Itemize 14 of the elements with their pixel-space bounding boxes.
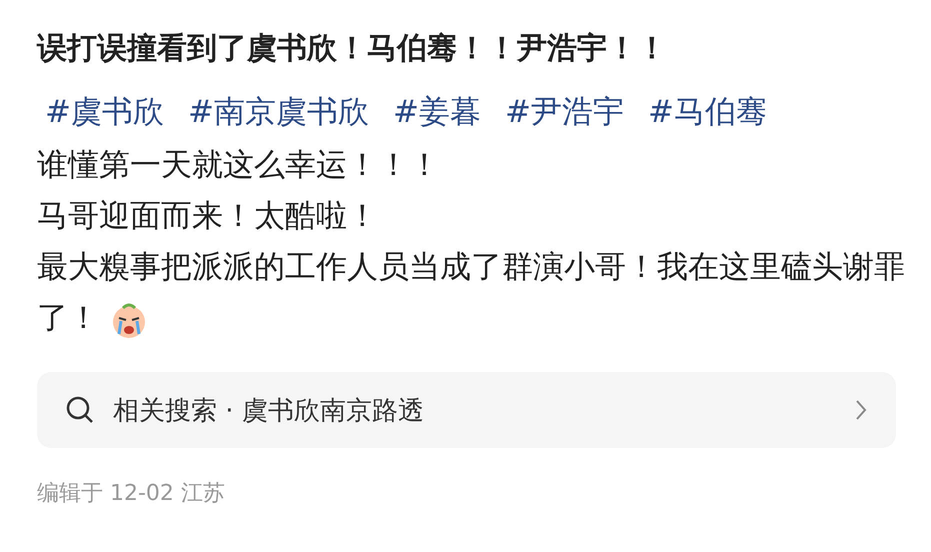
hashtag-link[interactable]: #马伯骞 xyxy=(648,90,767,134)
hashtag-link[interactable]: #虞书欣 xyxy=(45,90,164,134)
hashtag-link[interactable]: #南京虞书欣 xyxy=(188,90,369,134)
post-text: 最大糗事把派派的工作人员当成了群演小哥！我在这里磕头谢罪了！ xyxy=(37,242,907,344)
search-icon xyxy=(65,395,95,425)
hashtag-link[interactable]: #尹浩宇 xyxy=(504,90,624,134)
edit-info: 编辑于 12-02 江苏 xyxy=(37,480,226,508)
related-search-text: 相关搜索 · 虞书欣南京路透 xyxy=(113,394,425,428)
related-search-bar[interactable]: 相关搜索 · 虞书欣南京路透 xyxy=(37,372,896,448)
chevron-right-icon xyxy=(854,398,868,422)
post-text: 马哥迎面而来！太酷啦！ xyxy=(37,197,379,236)
post-title: 误打误撞看到了虞书欣！马伯骞！！尹浩宇！！ xyxy=(37,30,668,68)
post-text: 谁懂第一天就这么幸运！！！ xyxy=(37,146,441,185)
hashtag-link[interactable]: #姜暮 xyxy=(392,90,481,134)
